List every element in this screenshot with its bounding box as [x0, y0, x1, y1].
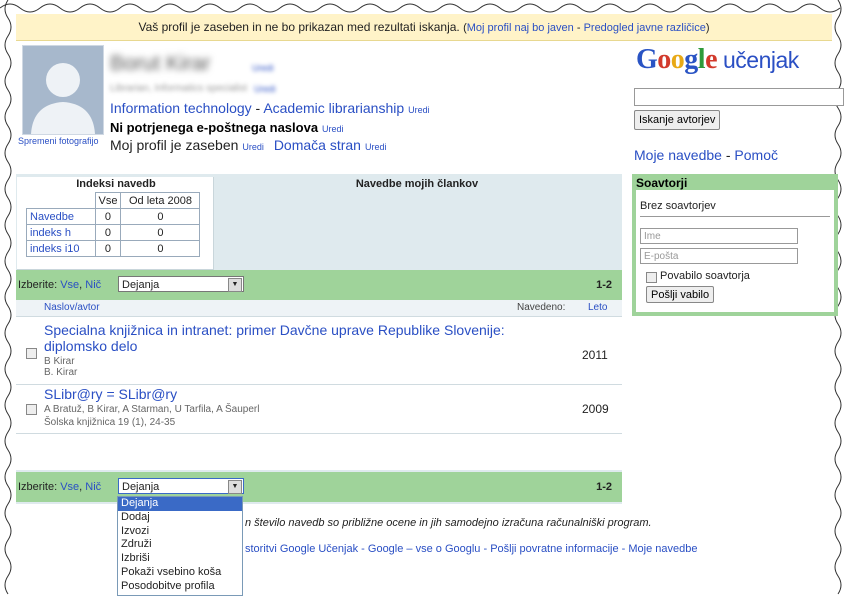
table-row: Navedbe 0 0	[26, 208, 201, 225]
table-row: indeks i10 0 0	[26, 240, 201, 257]
actions-dropdown-menu: Dejanja Dodaj Izvozi Združi Izbriši Poka…	[117, 496, 243, 596]
table-cell: 0	[94, 208, 122, 225]
article-title-link[interactable]: SLibr@ry = SLibr@ry	[44, 386, 177, 402]
actions-select[interactable]: Dejanja ▼	[118, 276, 244, 292]
email-status: Ni potrjenega e-poštnega naslova Uredi	[110, 120, 344, 135]
coauthors-title: Soavtorji	[636, 176, 688, 190]
interests-edit-link[interactable]: Uredi	[408, 105, 430, 115]
profile-interests: Information technology - Academic librar…	[110, 100, 430, 116]
scholar-wordmark: učenjak	[723, 47, 799, 73]
send-invite-button[interactable]: Pošlji vabilo	[646, 286, 715, 303]
article-checkbox[interactable]	[26, 404, 37, 415]
cited-header: Navedeno:	[517, 302, 566, 313]
private-edit-link[interactable]: Uredi	[242, 142, 264, 152]
article-year: 2011	[582, 348, 608, 362]
menu-item-show-trash[interactable]: Pokaži vsebino koša	[118, 566, 242, 580]
google-wordmark: Google	[636, 44, 717, 75]
send-feedback-link[interactable]: Pošlji povratne informacije	[490, 543, 618, 555]
google-scholar-logo[interactable]: Google učenjak	[636, 44, 799, 76]
article-authors: B Kirar	[44, 356, 75, 367]
footer-note: n število navedb so približne ocene in j…	[245, 517, 652, 529]
table-cell: 0	[120, 208, 201, 225]
notice-text: Vaš profil je zaseben in ne bo prikazan …	[138, 20, 460, 34]
article-authors: A Bratuž, B Kirar, A Starman, U Tarfila,…	[44, 404, 260, 415]
citation-indices-title: Indeksi navedb	[76, 178, 156, 190]
select-all-link[interactable]: Vse	[60, 481, 79, 493]
citations-row-label[interactable]: Navedbe	[30, 211, 74, 223]
menu-item-actions[interactable]: Dejanja	[118, 497, 242, 511]
table-row: indeks h 0 0	[26, 224, 201, 241]
article-citations-title: Navedbe mojih člankov	[355, 178, 479, 190]
article-title-link[interactable]: Specialna knjižnica in intranet: primer …	[44, 322, 505, 354]
email-edit-link[interactable]: Uredi	[322, 124, 344, 134]
article-source: B. Kirar	[44, 367, 78, 378]
homepage-link[interactable]: Domača stran	[274, 137, 361, 153]
torn-edge-left	[4, 0, 12, 595]
chevron-down-icon: ▼	[228, 480, 242, 494]
table-cell: 0	[94, 240, 122, 257]
my-citations-footer-link[interactable]: Moje navedbe	[628, 543, 697, 555]
article-list-header: Naslov/avtor Navedeno: Leto	[16, 300, 622, 317]
result-range: 1-2	[596, 481, 612, 493]
menu-item-merge[interactable]: Združi	[118, 538, 242, 552]
torn-edge-top	[0, 3, 841, 13]
article-source: Šolska knjižnica 19 (1), 24-35	[44, 417, 176, 428]
make-public-link[interactable]: Moj profil naj bo javen	[467, 22, 574, 34]
about-google-link[interactable]: Google – vse o Googlu	[368, 543, 481, 555]
table-cell: 0	[120, 240, 201, 257]
my-citations-link[interactable]: Moje navedbe	[634, 147, 722, 163]
select-none-link[interactable]: Nič	[85, 481, 101, 493]
author-search-input[interactable]	[634, 88, 844, 106]
about-scholar-link[interactable]: storitvi Google Učenjak	[245, 543, 358, 555]
invite-coauthor-label: Povabilo soavtorja	[660, 270, 750, 282]
affiliation-edit-link[interactable]: Uredi	[254, 84, 276, 94]
menu-item-profile-updates[interactable]: Posodobitve profila	[118, 580, 242, 594]
col-since-header: Od leta 2008	[120, 192, 201, 209]
change-photo-link[interactable]: Spremeni fotografijo	[18, 136, 99, 146]
footer-links: storitvi Google Učenjak - Google – vse o…	[245, 543, 698, 555]
actions-select[interactable]: Dejanja ▼	[118, 478, 244, 494]
profile-affiliation: Librarian, Informatics specialist	[110, 83, 248, 94]
preview-public-link[interactable]: Predogled javne različice	[584, 22, 706, 34]
sort-by-year-link[interactable]: Leto	[588, 302, 607, 313]
h-index-row-label[interactable]: indeks h	[30, 227, 71, 239]
help-link[interactable]: Pomoč	[734, 147, 778, 163]
no-coauthors-text: Brez soavtorjev	[640, 200, 716, 212]
result-range: 1-2	[596, 279, 612, 291]
right-links: Moje navedbe - Pomoč	[634, 147, 778, 163]
article-year: 2009	[582, 402, 609, 416]
select-none-link[interactable]: Nič	[85, 279, 101, 291]
sort-by-title-link[interactable]: Naslov/avtor	[44, 302, 100, 313]
list-item: SLibr@ry = SLibr@ry A Bratuž, B Kirar, A…	[16, 385, 622, 434]
menu-item-delete[interactable]: Izbriši	[118, 552, 242, 566]
coauthor-name-input[interactable]: Ime	[640, 228, 798, 244]
private-profile-notice: Vaš profil je zaseben in ne bo prikazan …	[16, 14, 832, 41]
coauthors-body: Brez soavtorjev Ime E-pošta Povabilo soa…	[636, 190, 834, 312]
selection-bar-bottom: Izberite: Vse, Nič Dejanja ▼ 1-2	[16, 472, 622, 502]
homepage-edit-link[interactable]: Uredi	[365, 142, 387, 152]
coauthor-email-input[interactable]: E-pošta	[640, 248, 798, 264]
menu-item-export[interactable]: Izvozi	[118, 525, 242, 539]
article-checkbox[interactable]	[26, 348, 37, 359]
selection-bar-top: Izberite: Vse, Nič Dejanja ▼ 1-2	[16, 270, 622, 300]
profile-private-line: Moj profil je zaseben Uredi Domača stran U…	[110, 137, 387, 153]
profile-name: Borut Kirar	[110, 52, 211, 75]
list-item: Specialna knjižnica in intranet: primer …	[16, 318, 622, 385]
person-silhouette-icon	[23, 46, 103, 134]
invite-coauthor-checkbox[interactable]	[646, 272, 657, 283]
interest-link[interactable]: Academic librarianship	[263, 100, 404, 116]
table-cell: 0	[120, 224, 201, 241]
table-cell: 0	[94, 224, 122, 241]
citation-indices-table: Vse Od leta 2008 Navedbe 0 0 indeks h 0 …	[26, 192, 201, 257]
i10-index-row-label[interactable]: indeks i10	[30, 243, 80, 255]
name-edit-link[interactable]: Uredi	[252, 63, 274, 73]
avatar[interactable]	[22, 45, 104, 135]
select-all-link[interactable]: Vse	[60, 279, 79, 291]
search-authors-button[interactable]: Iskanje avtorjev	[634, 110, 721, 130]
col-all-header: Vse	[94, 192, 122, 209]
interest-link[interactable]: Information technology	[110, 100, 252, 116]
chevron-down-icon: ▼	[228, 278, 242, 292]
menu-item-add[interactable]: Dodaj	[118, 511, 242, 525]
